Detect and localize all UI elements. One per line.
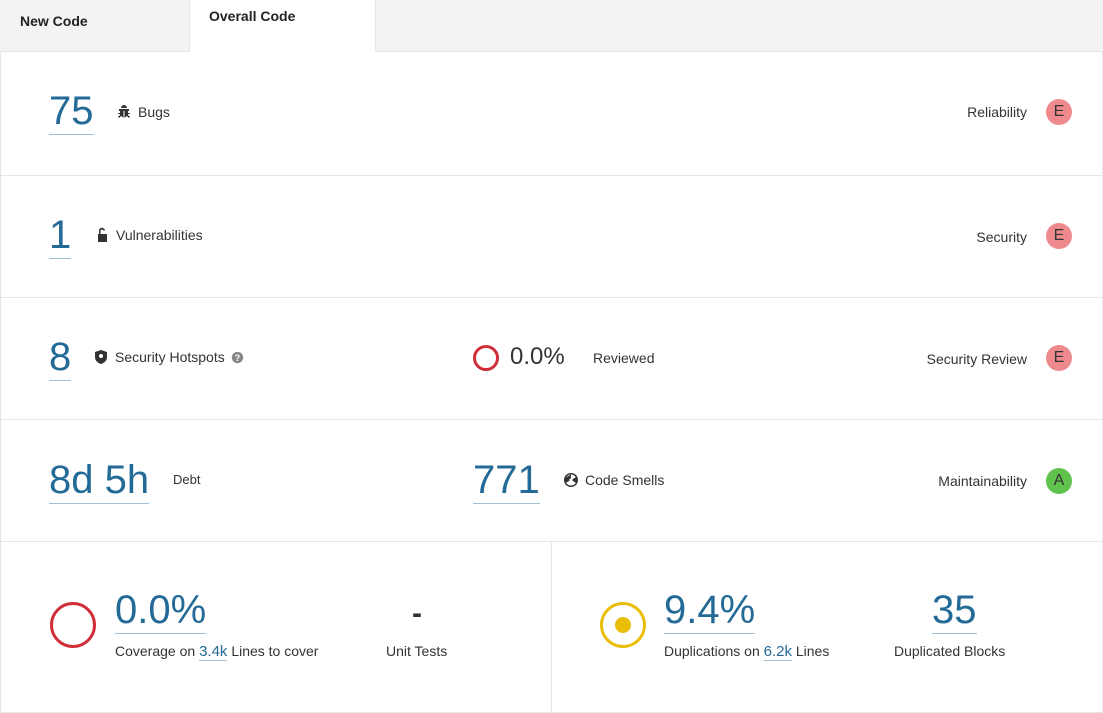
tab-overall-code[interactable]: Overall Code — [189, 0, 376, 52]
security-rating-badge[interactable]: E — [1046, 223, 1072, 249]
vulnerabilities-count-link[interactable]: 1 — [49, 213, 72, 259]
security-rating-label: Security — [976, 229, 1027, 245]
duplications-lines-link[interactable]: 6.2k — [763, 643, 792, 661]
debt-label: Debt — [173, 472, 201, 487]
section-divider — [551, 542, 552, 712]
duplications-ring-icon — [600, 602, 646, 648]
duplications-suffix: Lines — [795, 643, 830, 659]
coverage-caption: Coverage on 3.4k Lines to cover — [115, 643, 319, 661]
vulnerabilities-text: Vulnerabilities — [116, 227, 203, 243]
measures-panel: 75 Bugs Reliability E 1 Vulnerabilities … — [0, 51, 1103, 713]
reliability-rating-label: Reliability — [967, 104, 1027, 120]
code-smell-icon — [564, 473, 578, 487]
help-icon[interactable]: ? — [231, 351, 244, 364]
maintainability-rating-label: Maintainability — [938, 473, 1027, 489]
hotspots-count-link[interactable]: 8 — [49, 335, 72, 381]
hotspots-row: 8 Security Hotspots ? 0.0% Reviewed Secu… — [1, 298, 1102, 420]
bug-icon — [118, 105, 130, 118]
security-review-rating-badge[interactable]: E — [1046, 345, 1072, 371]
code-smells-label: Code Smells — [563, 472, 664, 488]
code-smells-count-link[interactable]: 771 — [473, 458, 540, 504]
unit-tests-label: Unit Tests — [386, 643, 448, 659]
bugs-count-link[interactable]: 75 — [49, 89, 94, 135]
duplicated-blocks-label: Duplicated Blocks — [894, 643, 1006, 659]
reliability-rating-badge[interactable]: E — [1046, 99, 1072, 125]
unit-tests-value[interactable]: - — [412, 597, 422, 631]
duplications-caption: Duplications on 6.2k Lines — [664, 643, 830, 661]
coverage-percent-link[interactable]: 0.0% — [115, 588, 207, 634]
coverage-lines-link[interactable]: 3.4k — [199, 643, 228, 661]
reliability-row: 75 Bugs Reliability E — [1, 51, 1102, 176]
reviewed-ring-icon — [473, 345, 499, 371]
hotspots-label: Security Hotspots ? — [93, 349, 244, 365]
coverage-suffix: Lines to cover — [231, 643, 319, 659]
coverage-prefix: Coverage on — [115, 643, 196, 659]
reviewed-percent: 0.0% — [510, 343, 565, 370]
duplicated-blocks-link[interactable]: 35 — [932, 588, 977, 634]
svg-text:?: ? — [234, 352, 239, 362]
code-smells-text: Code Smells — [585, 472, 665, 488]
maintainability-rating-badge[interactable]: A — [1046, 468, 1072, 494]
security-review-rating-label: Security Review — [926, 351, 1027, 367]
hotspots-text: Security Hotspots — [115, 349, 225, 365]
unlock-icon — [98, 227, 107, 242]
maintainability-row: 8d 5h Debt 771 Code Smells Maintainabili… — [1, 420, 1102, 542]
bugs-label: Bugs — [116, 104, 170, 120]
tab-bar: New Code Overall Code — [0, 0, 1103, 52]
security-row: 1 Vulnerabilities Security E — [1, 176, 1102, 298]
debt-link[interactable]: 8d 5h — [49, 458, 150, 504]
bugs-text: Bugs — [138, 104, 170, 120]
reviewed-label: Reviewed — [593, 350, 655, 366]
coverage-ring-icon — [50, 602, 96, 648]
shield-icon — [95, 350, 107, 364]
vulnerabilities-label: Vulnerabilities — [94, 227, 203, 243]
duplications-prefix: Duplications on — [664, 643, 760, 659]
tab-new-code[interactable]: New Code — [0, 0, 189, 51]
duplications-percent-link[interactable]: 9.4% — [664, 588, 756, 634]
